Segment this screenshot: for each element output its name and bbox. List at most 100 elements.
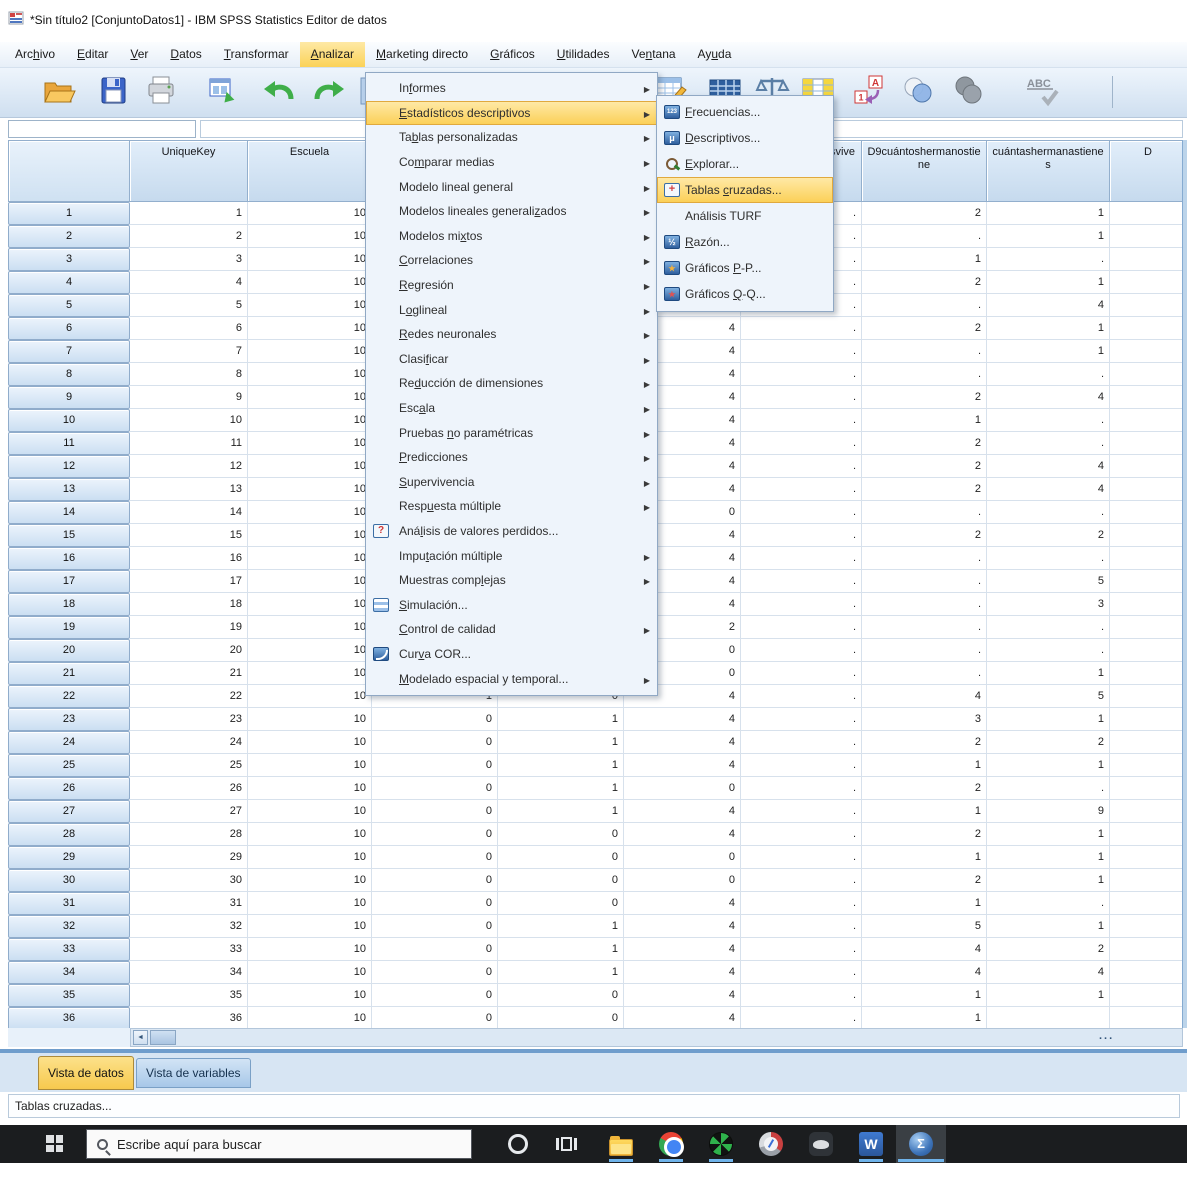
taskbar-app-word[interactable] [846,1125,896,1163]
cell-escuela-4[interactable]: 10 [248,271,372,294]
cell-col4-34[interactable]: 0 [372,961,498,984]
cell-uniquekey-36[interactable]: 36 [130,1007,248,1028]
undo-icon[interactable] [261,73,301,111]
cell-escuela-19[interactable]: 10 [248,616,372,639]
cell-svive-34[interactable]: . [741,961,862,984]
cell-escuela-3[interactable]: 10 [248,248,372,271]
cell-cuantashermanastienes-27[interactable]: 9 [987,800,1110,823]
cell-d9cuantoshermanostiene-23[interactable]: 3 [862,708,987,731]
cell-col4-36[interactable]: 0 [372,1007,498,1028]
cell-d9cuantoshermanostiene-5[interactable]: . [862,294,987,317]
cell-svive-13[interactable]: . [741,478,862,501]
cell-col5-29[interactable]: 0 [498,846,624,869]
cell-col5-23[interactable]: 1 [498,708,624,731]
cell-d9cuantoshermanostiene-1[interactable]: 2 [862,202,987,225]
menu-item-descriptivos[interactable]: μDescriptivos... [657,125,833,151]
cell-d-18[interactable] [1110,593,1187,616]
cell-uniquekey-1[interactable]: 1 [130,202,248,225]
horizontal-scrollbar[interactable]: ... [130,1028,1183,1047]
column-header-rowhdr[interactable] [8,140,130,202]
cell-uniquekey-9[interactable]: 9 [130,386,248,409]
cell-cuantashermanastienes-19[interactable]: . [987,616,1110,639]
cell-escuela-14[interactable]: 10 [248,501,372,524]
row-header-2[interactable]: 2 [8,225,130,248]
menu-item-graficos-q-q[interactable]: ★Gráficos Q-Q... [657,281,833,307]
cell-d-25[interactable] [1110,754,1187,777]
row-header-6[interactable]: 6 [8,317,130,340]
cell-d-13[interactable] [1110,478,1187,501]
save-icon[interactable] [94,73,134,111]
cell-d9cuantoshermanostiene-25[interactable]: 1 [862,754,987,777]
cell-d9cuantoshermanostiene-12[interactable]: 2 [862,455,987,478]
cell-d9cuantoshermanostiene-24[interactable]: 2 [862,731,987,754]
cell-d9cuantoshermanostiene-19[interactable]: . [862,616,987,639]
menubar-item-ventana[interactable]: Ventana [620,42,686,67]
menu-item-predicciones[interactable]: Predicciones [366,445,657,470]
cell-cuantashermanastienes-9[interactable]: 4 [987,386,1110,409]
cell-col6-29[interactable]: 0 [624,846,741,869]
menubar-item-marketing-directo[interactable]: Marketing directo [365,42,479,67]
cell-col4-32[interactable]: 0 [372,915,498,938]
column-header-escuela[interactable]: Escuela [248,140,372,202]
cell-escuela-36[interactable]: 10 [248,1007,372,1028]
cell-d-12[interactable] [1110,455,1187,478]
cell-d9cuantoshermanostiene-2[interactable]: . [862,225,987,248]
cell-d-14[interactable] [1110,501,1187,524]
cell-escuela-10[interactable]: 10 [248,409,372,432]
cell-escuela-1[interactable]: 10 [248,202,372,225]
cell-d9cuantoshermanostiene-36[interactable]: 1 [862,1007,987,1028]
cell-svive-24[interactable]: . [741,731,862,754]
cell-uniquekey-32[interactable]: 32 [130,915,248,938]
cell-d-6[interactable] [1110,317,1187,340]
row-header-15[interactable]: 15 [8,524,130,547]
cell-uniquekey-12[interactable]: 12 [130,455,248,478]
cell-col6-23[interactable]: 4 [624,708,741,731]
menu-item-informes[interactable]: Informes [366,76,657,101]
cell-d-1[interactable] [1110,202,1187,225]
row-header-23[interactable]: 23 [8,708,130,731]
cell-cuantashermanastienes-22[interactable]: 5 [987,685,1110,708]
menu-item-analisis-turf[interactable]: Análisis TURF [657,203,833,229]
cell-uniquekey-34[interactable]: 34 [130,961,248,984]
cell-col5-34[interactable]: 1 [498,961,624,984]
cell-svive-33[interactable]: . [741,938,862,961]
taskbar-app-green-game[interactable] [696,1125,746,1163]
recall-dialogs-icon[interactable] [203,73,243,111]
cell-cuantashermanastienes-6[interactable]: 1 [987,317,1110,340]
menu-item-simulacion[interactable]: Simulación... [366,592,657,617]
cell-svive-32[interactable]: . [741,915,862,938]
cell-d-9[interactable] [1110,386,1187,409]
cell-col5-26[interactable]: 1 [498,777,624,800]
cell-escuela-21[interactable]: 10 [248,662,372,685]
cell-reference-input[interactable] [8,120,196,138]
taskbar-search-input[interactable]: Escribe aquí para buscar [86,1129,472,1159]
menu-item-regresion[interactable]: Regresión [366,273,657,298]
cell-uniquekey-16[interactable]: 16 [130,547,248,570]
cell-cuantashermanastienes-32[interactable]: 1 [987,915,1110,938]
cell-escuela-29[interactable]: 10 [248,846,372,869]
menu-item-modelo-lineal-general[interactable]: Modelo lineal general [366,174,657,199]
menubar-item-analizar[interactable]: Analizar [300,42,365,67]
cell-d-20[interactable] [1110,639,1187,662]
cell-d9cuantoshermanostiene-15[interactable]: 2 [862,524,987,547]
cell-col5-32[interactable]: 1 [498,915,624,938]
cell-svive-16[interactable]: . [741,547,862,570]
row-header-24[interactable]: 24 [8,731,130,754]
cell-uniquekey-10[interactable]: 10 [130,409,248,432]
menu-item-redes-neuronales[interactable]: Redes neuronales [366,322,657,347]
cell-d-29[interactable] [1110,846,1187,869]
menu-item-clasificar[interactable]: Clasificar [366,347,657,372]
cell-uniquekey-18[interactable]: 18 [130,593,248,616]
row-header-28[interactable]: 28 [8,823,130,846]
tab-vista-de-variables[interactable]: Vista de variables [136,1058,251,1088]
value-labels-icon[interactable]: A1 [851,73,891,111]
cell-escuela-6[interactable]: 10 [248,317,372,340]
row-header-3[interactable]: 3 [8,248,130,271]
row-header-21[interactable]: 21 [8,662,130,685]
row-header-8[interactable]: 8 [8,363,130,386]
row-header-29[interactable]: 29 [8,846,130,869]
cell-col4-26[interactable]: 0 [372,777,498,800]
cell-uniquekey-14[interactable]: 14 [130,501,248,524]
cell-svive-25[interactable]: . [741,754,862,777]
cell-col6-25[interactable]: 4 [624,754,741,777]
